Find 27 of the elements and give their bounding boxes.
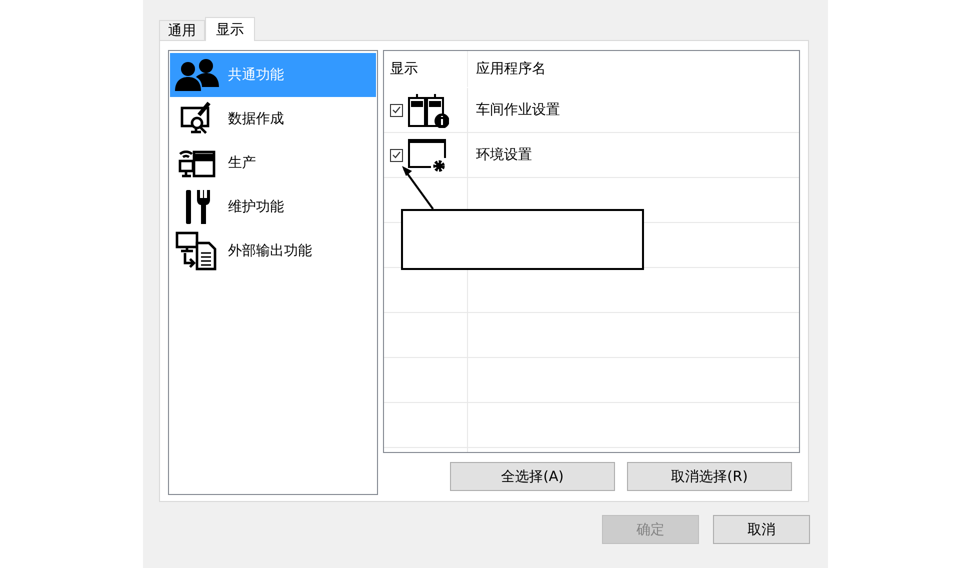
category-label: 维护功能 (228, 198, 284, 216)
category-label: 数据作成 (228, 110, 284, 128)
select-button[interactable]: 全选择(A) (450, 462, 615, 491)
app-name: 环境设置 (476, 146, 532, 164)
window-gear-icon (407, 137, 449, 173)
panels-info-icon (407, 92, 449, 128)
check-icon (392, 106, 401, 114)
checkbox[interactable] (390, 148, 403, 162)
checkbox[interactable] (390, 104, 403, 116)
users-icon (174, 57, 220, 93)
category-label: 生产 (228, 154, 256, 172)
callout-arrow (402, 166, 434, 210)
category-label: 外部输出功能 (228, 242, 312, 260)
category-item[interactable]: 生产 (170, 141, 376, 185)
app-name: 车间作业设置 (476, 101, 560, 119)
select-button[interactable]: 取消选择(R) (627, 462, 792, 491)
export-icon (175, 231, 219, 271)
category-item[interactable]: 外部输出功能 (170, 229, 376, 273)
tab[interactable]: 通用 (159, 20, 205, 40)
category-item[interactable]: 维护功能 (170, 185, 376, 229)
column-header: 显示 (384, 51, 468, 87)
category-label: 共通功能 (228, 66, 284, 84)
dialog-button[interactable]: 取消 (713, 515, 810, 544)
check-icon (392, 151, 401, 159)
tab[interactable]: 显示 (205, 17, 255, 41)
category-item[interactable]: 数据作成 (170, 97, 376, 141)
column-header: 应用程序名 (475, 60, 546, 79)
